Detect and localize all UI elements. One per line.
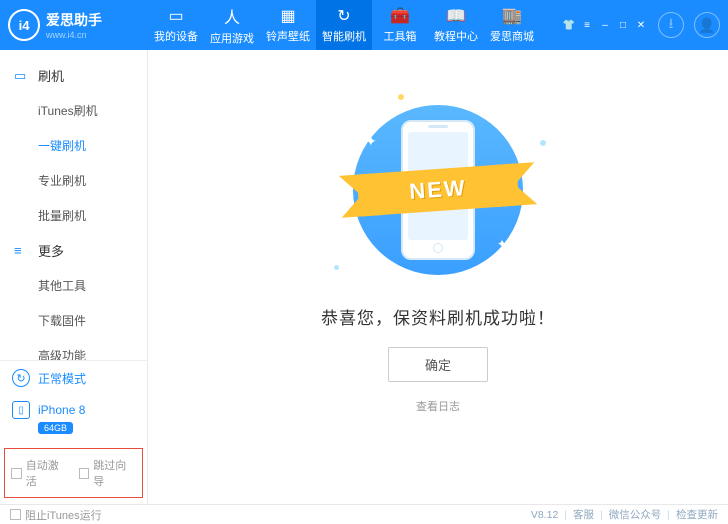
nav-tab[interactable]: 🧰 工具箱 bbox=[372, 0, 428, 50]
sidebar-group-header[interactable]: ▭ 刷机 bbox=[0, 58, 147, 93]
group-label: 更多 bbox=[38, 241, 64, 260]
nav-tab[interactable]: ▭ 我的设备 bbox=[148, 0, 204, 50]
phone-icon: ▯ bbox=[12, 401, 30, 419]
skin-icon[interactable]: 👕 bbox=[562, 18, 576, 32]
confirm-button[interactable]: 确定 bbox=[388, 347, 488, 382]
ribbon-text: NEW bbox=[408, 175, 467, 205]
skip-wizard-checkbox[interactable]: 跳过向导 bbox=[79, 457, 137, 489]
nav-tab[interactable]: 人应用游戏 bbox=[204, 0, 260, 50]
tab-label: 工具箱 bbox=[384, 28, 417, 44]
nav-tab[interactable]: 🏬 爱思商城 bbox=[484, 0, 540, 50]
block-itunes-checkbox[interactable]: 阻止iTunes运行 bbox=[10, 507, 102, 523]
tab-label: 应用游戏 bbox=[210, 30, 254, 46]
mode-row[interactable]: ↻ 正常模式 bbox=[0, 361, 147, 395]
mode-label: 正常模式 bbox=[38, 370, 86, 387]
sidebar-item[interactable]: 批量刷机 bbox=[0, 198, 147, 233]
tab-icon: ▭ bbox=[168, 6, 183, 26]
options-highlight-box: 自动激活 跳过向导 bbox=[4, 448, 143, 498]
tab-icon: 人 bbox=[224, 4, 240, 28]
auto-activate-checkbox[interactable]: 自动激活 bbox=[11, 457, 69, 489]
device-name: iPhone 8 bbox=[38, 403, 85, 417]
tab-label: 教程中心 bbox=[434, 28, 478, 44]
nav-tab[interactable]: ▦ 铃声壁纸 bbox=[260, 0, 316, 50]
success-illustration: ✦ ✦ ✦ NEW bbox=[338, 100, 538, 280]
version-text: V8.12 bbox=[531, 509, 558, 521]
status-link-wechat[interactable]: 微信公众号 bbox=[609, 507, 662, 522]
checkbox-label: 阻止iTunes运行 bbox=[25, 507, 102, 523]
sidebar-item[interactable]: 其他工具 bbox=[0, 268, 147, 303]
status-link-update[interactable]: 检查更新 bbox=[676, 507, 718, 522]
sidebar-item[interactable]: 高级功能 bbox=[0, 338, 147, 360]
checkbox-icon bbox=[11, 468, 22, 479]
header-right: 👕 ≡ – □ ✕ ⭳ 👤 bbox=[562, 12, 720, 38]
sidebar-item[interactable]: 下载固件 bbox=[0, 303, 147, 338]
header: i4 爱思助手 www.i4.cn ▭我的设备人应用游戏▦铃声壁纸↻智能刷机🧰工… bbox=[0, 0, 728, 50]
device-storage-badge: 64GB bbox=[38, 422, 73, 434]
logo-icon: i4 bbox=[8, 9, 40, 41]
view-log-link[interactable]: 查看日志 bbox=[416, 398, 460, 414]
checkbox-icon bbox=[10, 509, 21, 520]
sidebar: ▭ 刷机 iTunes刷机一键刷机专业刷机批量刷机 ≡ 更多其他工具下载固件高级功能 ↻… bbox=[0, 50, 148, 504]
new-ribbon: NEW bbox=[357, 163, 520, 216]
tab-label: 爱思商城 bbox=[490, 28, 534, 44]
tab-label: 我的设备 bbox=[154, 28, 198, 44]
tab-label: 铃声壁纸 bbox=[266, 28, 310, 44]
group-icon: ▭ bbox=[14, 68, 30, 84]
tab-icon: 🏬 bbox=[502, 6, 522, 26]
minimize-icon[interactable]: – bbox=[598, 18, 612, 32]
logo-badge: i4 bbox=[19, 18, 30, 33]
sidebar-item[interactable]: 专业刷机 bbox=[0, 163, 147, 198]
refresh-icon: ↻ bbox=[12, 369, 30, 387]
tab-label: 智能刷机 bbox=[322, 28, 366, 44]
group-icon: ≡ bbox=[14, 243, 30, 258]
logo-area: i4 爱思助手 www.i4.cn bbox=[8, 9, 148, 41]
tab-icon: 📖 bbox=[446, 6, 466, 26]
menu-icon[interactable]: ≡ bbox=[580, 18, 594, 32]
sidebar-item[interactable]: iTunes刷机 bbox=[0, 93, 147, 128]
tab-icon: ↻ bbox=[337, 6, 350, 26]
checkbox-label: 跳过向导 bbox=[93, 457, 136, 489]
status-link-support[interactable]: 客服 bbox=[573, 507, 594, 522]
checkbox-label: 自动激活 bbox=[26, 457, 69, 489]
sidebar-groups: ▭ 刷机 iTunes刷机一键刷机专业刷机批量刷机 ≡ 更多其他工具下载固件高级功能 bbox=[0, 50, 147, 360]
close-icon[interactable]: ✕ bbox=[634, 18, 648, 32]
sidebar-footer: ↻ 正常模式 ▯ iPhone 8 64GB 自动激活 跳过向导 bbox=[0, 360, 147, 504]
sidebar-group-header[interactable]: ≡ 更多 bbox=[0, 233, 147, 268]
maximize-icon[interactable]: □ bbox=[616, 18, 630, 32]
device-row[interactable]: ▯ iPhone 8 64GB bbox=[0, 395, 147, 444]
body: ▭ 刷机 iTunes刷机一键刷机专业刷机批量刷机 ≡ 更多其他工具下载固件高级功能 ↻… bbox=[0, 50, 728, 504]
nav-tab[interactable]: ↻ 智能刷机 bbox=[316, 0, 372, 50]
nav-tab[interactable]: 📖 教程中心 bbox=[428, 0, 484, 50]
app-title: 爱思助手 bbox=[46, 12, 102, 28]
user-circle-icon[interactable]: 👤 bbox=[694, 12, 720, 38]
tab-icon: ▦ bbox=[280, 6, 295, 26]
group-label: 刷机 bbox=[38, 66, 64, 85]
tab-icon: 🧰 bbox=[390, 6, 410, 26]
sidebar-item[interactable]: 一键刷机 bbox=[0, 128, 147, 163]
app-subtitle: www.i4.cn bbox=[46, 30, 102, 40]
download-circle-icon[interactable]: ⭳ bbox=[658, 12, 684, 38]
checkbox-icon bbox=[79, 468, 90, 479]
statusbar: 阻止iTunes运行 V8.12 | 客服 | 微信公众号 | 检查更新 bbox=[0, 504, 728, 524]
success-message: 恭喜您，保资料刷机成功啦！ bbox=[321, 304, 555, 329]
nav-tabs: ▭我的设备人应用游戏▦铃声壁纸↻智能刷机🧰工具箱📖教程中心🏬爱思商城 bbox=[148, 0, 562, 50]
main-content: ✦ ✦ ✦ NEW 恭喜您，保资料刷机成功啦！ 确定 查看日志 bbox=[148, 50, 728, 504]
